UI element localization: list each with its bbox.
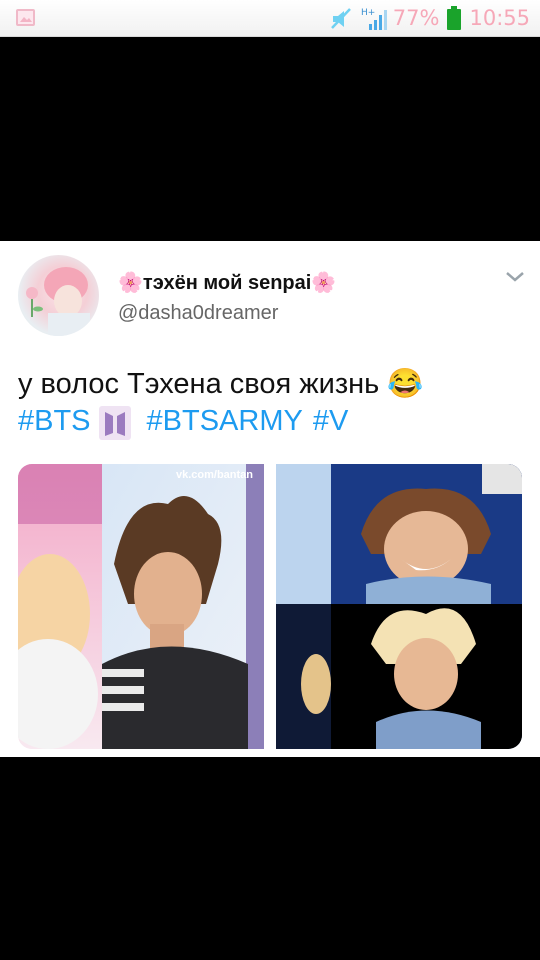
display-name[interactable]: 🌸тэхён мой senpai🌸 <box>118 270 336 295</box>
avatar[interactable] <box>18 255 99 336</box>
tweet-text: у волос Тэхена своя жизнь 😂 <box>18 368 424 400</box>
media-grid[interactable]: vk.com/bantan <box>18 464 522 749</box>
photo-left[interactable]: vk.com/bantan <box>18 464 264 749</box>
clock: 10:55 <box>469 6 530 30</box>
mute-icon <box>329 6 353 30</box>
bts-logo-icon <box>98 406 131 440</box>
hashtag-bts[interactable]: #BTS <box>18 401 91 441</box>
status-bar: H+ 77% 10:55 <box>0 0 540 37</box>
hashtag-row: #BTS #BTSARMY #V <box>18 401 348 441</box>
watermark: vk.com/bantan <box>176 469 254 481</box>
battery-percent: 77% <box>392 6 440 30</box>
network-label: H+ <box>361 8 375 18</box>
tweet-card[interactable]: 🌸тэхён мой senpai🌸 @dasha0dreamer у воло… <box>0 241 540 757</box>
hashtag-v[interactable]: #V <box>313 401 348 441</box>
chevron-down-icon[interactable] <box>503 269 527 285</box>
user-handle[interactable]: @dasha0dreamer <box>118 302 278 325</box>
gallery-icon <box>16 9 35 26</box>
photo-right[interactable] <box>276 464 522 749</box>
battery-icon <box>447 6 462 30</box>
hashtag-btsarmy[interactable]: #BTSARMY <box>147 401 303 441</box>
signal-icon: H+ <box>361 6 387 30</box>
